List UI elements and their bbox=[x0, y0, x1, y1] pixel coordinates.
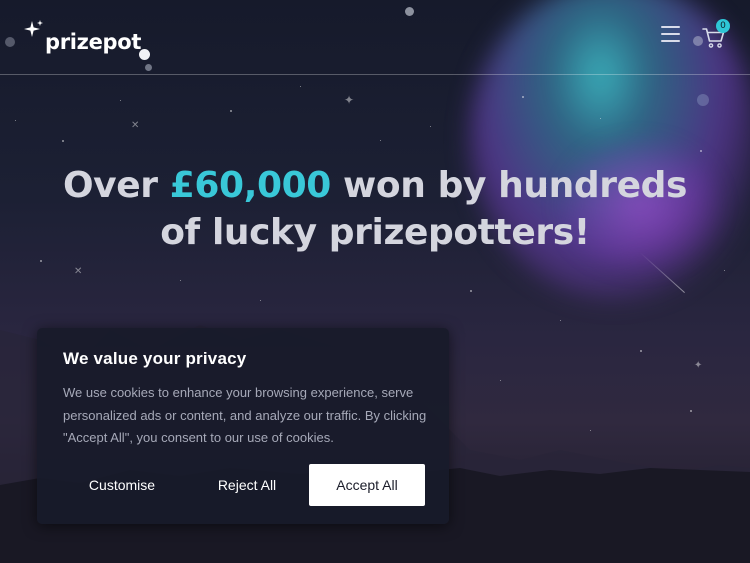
star bbox=[380, 140, 381, 141]
hamburger-menu-icon-line bbox=[661, 33, 680, 35]
star bbox=[40, 260, 42, 262]
sparkle-star-icon: ✦ bbox=[344, 93, 355, 107]
reject-all-button[interactable]: Reject All bbox=[192, 464, 302, 506]
star bbox=[120, 100, 121, 101]
star bbox=[700, 150, 702, 152]
cookie-banner-title: We value your privacy bbox=[63, 349, 247, 368]
hamburger-menu-icon-line bbox=[661, 40, 680, 42]
customise-button[interactable]: Customise bbox=[67, 464, 177, 506]
star bbox=[600, 118, 601, 119]
page: ✦ ✕ ✕ ✦ ✕ prizepot 0 Over £60,000 won by… bbox=[0, 0, 750, 563]
hamburger-menu-icon bbox=[661, 26, 680, 28]
cart-count-badge: 0 bbox=[716, 19, 730, 33]
logo-text: prizepot bbox=[45, 30, 142, 54]
accept-all-button[interactable]: Accept All bbox=[309, 464, 425, 506]
star bbox=[62, 140, 64, 142]
hero-line-1: Over £60,000 won by hundreds bbox=[30, 162, 720, 209]
hero-line-2: of lucky prizepotters! bbox=[160, 212, 590, 253]
menu-button[interactable] bbox=[661, 26, 681, 48]
hero-text: won by hundreds bbox=[330, 165, 688, 206]
cookie-banner-description: We use cookies to enhance your browsing … bbox=[63, 385, 427, 445]
star bbox=[230, 110, 232, 112]
site-header: prizepot 0 bbox=[0, 0, 750, 75]
sparkle-star-icon: ✕ bbox=[131, 120, 140, 131]
star bbox=[470, 290, 472, 292]
hero-amount: £60,000 bbox=[169, 165, 332, 206]
star bbox=[180, 280, 181, 281]
star bbox=[300, 86, 301, 87]
cookie-consent-banner: We value your privacy We use cookies to … bbox=[37, 328, 449, 524]
star bbox=[724, 270, 725, 271]
hero-text: Over bbox=[62, 165, 170, 206]
hero-heading: Over £60,000 won by hundreds of lucky pr… bbox=[30, 162, 720, 256]
star bbox=[522, 96, 524, 98]
sparkle-star-icon: ✕ bbox=[74, 266, 83, 277]
star bbox=[15, 120, 16, 121]
planet-dot bbox=[697, 94, 709, 106]
logo[interactable]: prizepot bbox=[24, 20, 141, 54]
sparkle-icon bbox=[24, 20, 43, 37]
star bbox=[430, 126, 431, 127]
